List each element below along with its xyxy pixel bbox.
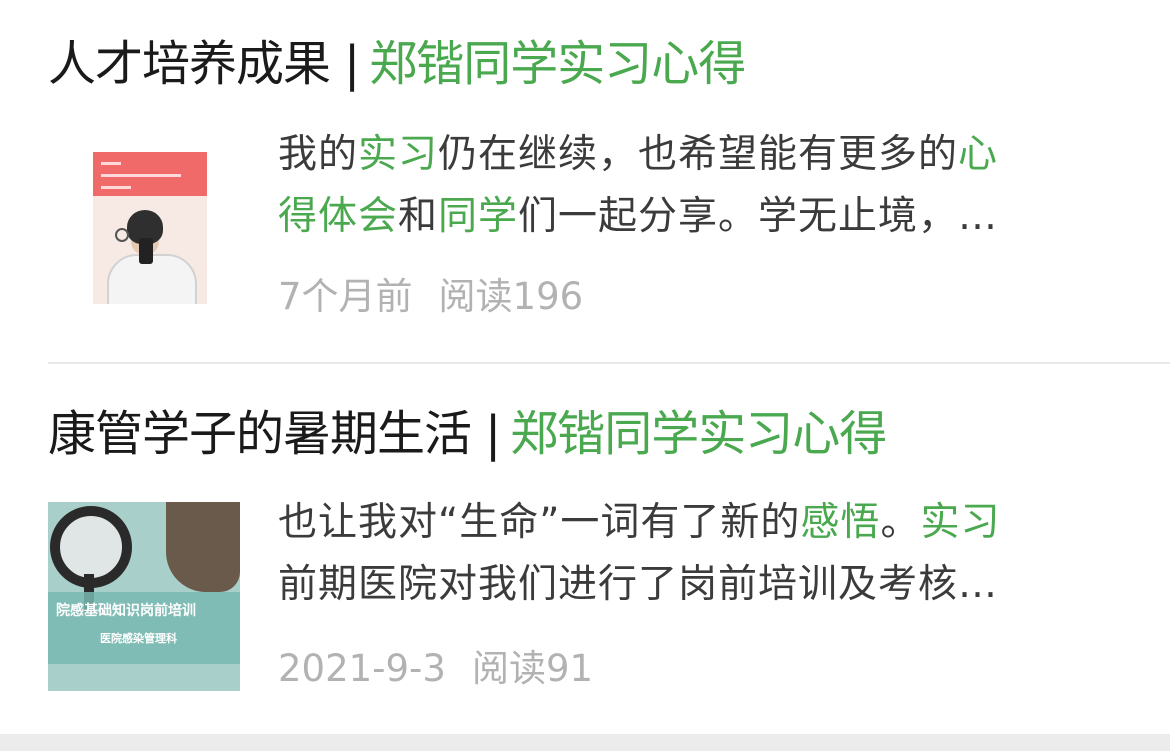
excerpt-highlight: 实习 [920, 500, 1001, 545]
excerpt-line-1: 我的实习仍在继续，也希望能有更多的心 [278, 124, 1118, 186]
excerpt-highlight: 得体会 [278, 194, 399, 239]
excerpt-text: 。 [880, 500, 921, 545]
thumbnail-caption: 院感基础知识岗前培训 [56, 603, 196, 619]
excerpt-text: 们一起分享。学无止境，… [518, 194, 999, 239]
article-excerpt: 我的实习仍在继续，也希望能有更多的心 得体会和同学们一起分享。学无止境，… [278, 124, 1118, 248]
thumbnail-decoration [101, 186, 131, 189]
read-count: 阅读91 [471, 647, 594, 690]
title-separator: | [485, 406, 501, 462]
excerpt-text: 我的 [278, 132, 359, 177]
article-title[interactable]: 人才培养成果 | 郑锴同学实习心得 [48, 32, 746, 96]
excerpt-text: 也让我对“生命”一词有了新的 [278, 500, 801, 545]
article-card[interactable]: 人才培养成果 | 郑锴同学实习心得 我的实习仍在继续，也希望能有更多的心 得体会和同… [0, 0, 1170, 362]
article-meta: 7个月前 阅读196 [278, 266, 583, 320]
excerpt-highlight: 感悟 [800, 500, 881, 545]
title-highlight: 郑锴同学实习心得 [510, 406, 887, 462]
read-count: 阅读196 [438, 275, 584, 318]
article-title[interactable]: 康管学子的暑期生活 | 郑锴同学实习心得 [48, 402, 887, 466]
title-separator: | [344, 36, 360, 92]
excerpt-line-2: 前期医院对我们进行了岗前培训及考核… [278, 554, 1118, 616]
circle-icon [115, 228, 129, 242]
bottom-bar [0, 734, 1170, 751]
title-text: 人才培养成果 [48, 36, 331, 92]
thumbnail-subcaption: 医院感染管理科 [100, 632, 177, 645]
excerpt-text: 和 [398, 194, 439, 239]
excerpt-line-1: 也让我对“生命”一词有了新的感悟。实习 [278, 492, 1118, 554]
excerpt-line-2: 得体会和同学们一起分享。学无止境，… [278, 186, 1118, 248]
excerpt-highlight: 心 [958, 132, 999, 177]
thumbnail-decoration [101, 174, 181, 177]
hair-shape [166, 502, 240, 592]
article-excerpt: 也让我对“生命”一词有了新的感悟。实习 前期医院对我们进行了岗前培训及考核… [278, 492, 1118, 616]
title-highlight: 郑锴同学实习心得 [369, 36, 746, 92]
phone-icon [139, 238, 153, 264]
excerpt-highlight: 实习 [358, 132, 439, 177]
thumbnail-decoration [101, 162, 121, 165]
article-thumbnail[interactable] [93, 152, 207, 304]
excerpt-text: 前期医院对我们进行了岗前培训及考核… [278, 562, 999, 607]
title-text: 康管学子的暑期生活 [48, 406, 472, 462]
article-thumbnail[interactable]: 院感基础知识岗前培训 医院感染管理科 [48, 502, 240, 691]
publish-time: 2021-9-3 [278, 647, 446, 690]
publish-time: 7个月前 [278, 275, 413, 318]
excerpt-text: 仍在继续，也希望能有更多的 [438, 132, 959, 177]
article-meta: 2021-9-3 阅读91 [278, 638, 593, 692]
excerpt-highlight: 同学 [438, 194, 519, 239]
